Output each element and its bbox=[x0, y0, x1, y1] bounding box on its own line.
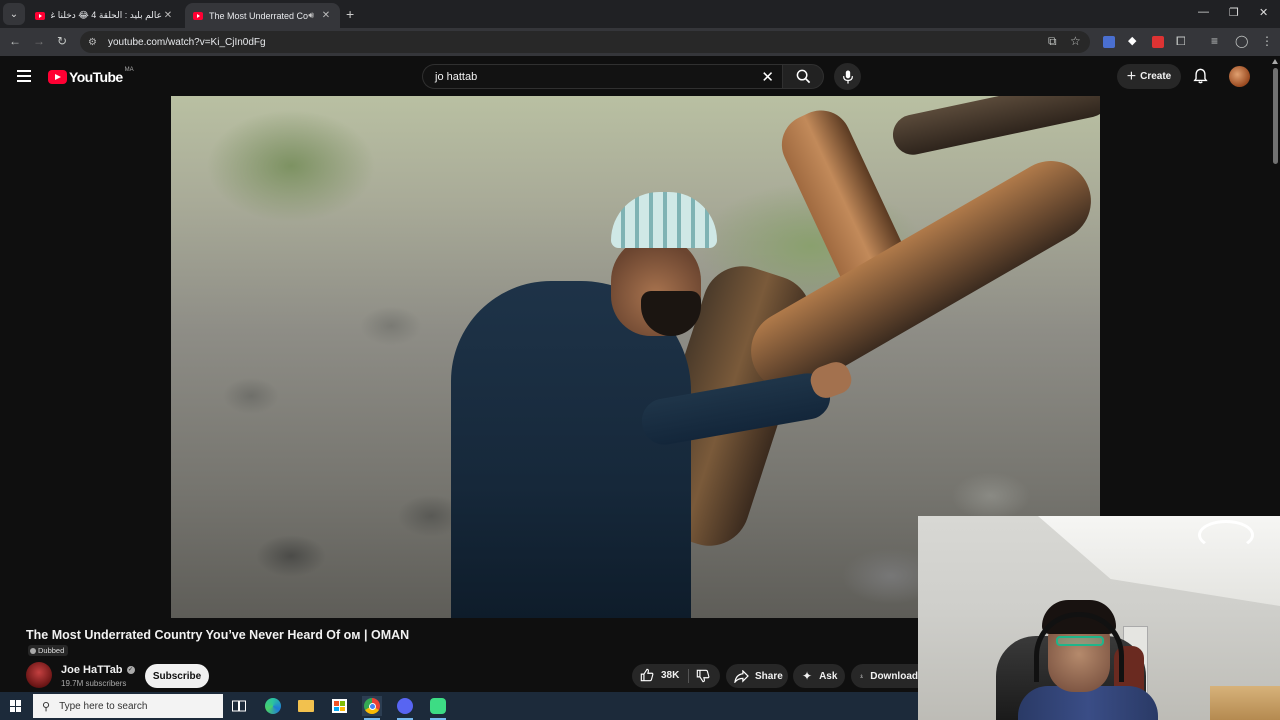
windows-taskbar: ⚲ Type here to search bbox=[0, 692, 918, 720]
ask-button[interactable]: ✦ Ask bbox=[793, 664, 845, 688]
close-window-button[interactable]: ✕ bbox=[1259, 6, 1268, 19]
translate-extension-icon[interactable] bbox=[1103, 36, 1115, 48]
browser-tab-strip: ⌄ عالم بليد : الحلقة 4 😂 دخلنا غزة ✕ The… bbox=[0, 0, 1280, 28]
back-icon[interactable]: ← bbox=[9, 34, 21, 48]
dubbed-icon bbox=[30, 647, 36, 654]
webcam-overlay bbox=[918, 516, 1280, 720]
thumbs-down-icon bbox=[696, 669, 710, 683]
create-button[interactable]: + Create bbox=[1117, 64, 1181, 89]
windows-start-icon[interactable] bbox=[10, 700, 22, 712]
like-button[interactable]: 38K bbox=[640, 668, 679, 682]
forward-icon[interactable]: → bbox=[33, 34, 45, 48]
scrollbar-thumb[interactable] bbox=[1273, 68, 1278, 164]
dubbed-label: Dubbed bbox=[38, 646, 65, 655]
reload-icon[interactable]: ↻ bbox=[57, 34, 67, 48]
share-label: Share bbox=[755, 670, 783, 682]
youtube-favicon-icon bbox=[193, 11, 203, 20]
microphone-icon bbox=[842, 69, 853, 84]
thumbs-up-icon bbox=[640, 668, 654, 682]
tab-search-button[interactable]: ⌄ bbox=[3, 3, 25, 25]
taskbar-search-placeholder: Type here to search bbox=[59, 700, 148, 712]
search-icon: ⚲ bbox=[42, 700, 51, 713]
youtube-logo[interactable]: YouTube MA bbox=[48, 67, 134, 85]
verified-check-icon: ✓ bbox=[126, 666, 135, 674]
dubbed-badge: Dubbed bbox=[28, 645, 69, 656]
bookmark-star-icon[interactable]: ☆ bbox=[1070, 34, 1081, 48]
plus-icon: + bbox=[1126, 67, 1137, 85]
create-label: Create bbox=[1140, 71, 1172, 82]
tab-title: The Most Underrated Countr bbox=[209, 10, 309, 21]
android-studio-icon[interactable] bbox=[428, 696, 448, 720]
search-button[interactable] bbox=[782, 64, 824, 89]
search-input[interactable]: jo hattab ✕ bbox=[422, 64, 782, 89]
channel-avatar[interactable] bbox=[26, 662, 52, 688]
video-title: The Most Underrated Country You’ve Never… bbox=[26, 628, 410, 642]
browser-tab-2[interactable]: The Most Underrated Countr 🔊︎ ✕ bbox=[185, 3, 340, 28]
download-icon bbox=[860, 674, 863, 678]
site-info-icon[interactable]: ⚙ bbox=[88, 37, 102, 48]
browser-toolbar: ← → ↻ ⚙ youtube.com/watch?v=Ki_CjIn0dFg … bbox=[0, 28, 1280, 56]
chrome-icon[interactable] bbox=[362, 696, 382, 720]
share-icon bbox=[734, 669, 749, 683]
close-tab-icon[interactable]: ✕ bbox=[162, 10, 174, 21]
close-tab-icon[interactable]: ✕ bbox=[320, 10, 332, 21]
glasses bbox=[1056, 636, 1104, 646]
account-avatar[interactable] bbox=[1229, 66, 1250, 87]
media-control-icon[interactable]: ≡ bbox=[1211, 34, 1218, 48]
dislike-button[interactable] bbox=[696, 669, 710, 688]
task-view-icon[interactable] bbox=[229, 696, 249, 716]
youtube-header: YouTube MA jo hattab ✕ + Create bbox=[0, 56, 1270, 96]
url-text: youtube.com/watch?v=Ki_CjIn0dFg bbox=[108, 36, 266, 48]
file-explorer-icon[interactable] bbox=[296, 696, 316, 716]
diamond-extension-icon[interactable]: ◆ bbox=[1128, 34, 1140, 47]
edge-icon[interactable] bbox=[263, 696, 283, 716]
tab-title: عالم بليد : الحلقة 4 😂 دخلنا غزة bbox=[51, 10, 162, 20]
ceiling-lamp bbox=[1198, 520, 1254, 550]
country-code: MA bbox=[124, 67, 134, 73]
store-icon[interactable] bbox=[329, 696, 349, 716]
notifications-bell-icon[interactable] bbox=[1193, 68, 1208, 84]
search-query: jo hattab bbox=[435, 70, 478, 83]
channel-name: Joe HaTTab bbox=[61, 664, 123, 676]
youtube-favicon-icon bbox=[35, 11, 45, 20]
subscribe-button[interactable]: Subscribe bbox=[145, 664, 209, 688]
logo-text: YouTube bbox=[69, 69, 123, 85]
red-extension-icon[interactable] bbox=[1152, 36, 1164, 48]
like-dislike-group: 38K bbox=[632, 664, 720, 688]
search-icon bbox=[796, 69, 810, 84]
profile-icon[interactable]: ◯ bbox=[1235, 34, 1248, 48]
taskbar-search-input[interactable]: ⚲ Type here to search bbox=[33, 694, 223, 718]
ask-label: Ask bbox=[819, 670, 838, 682]
share-button[interactable]: Share bbox=[726, 664, 788, 688]
address-bar[interactable]: ⚙ youtube.com/watch?v=Ki_CjIn0dFg bbox=[80, 31, 1090, 53]
clear-search-icon[interactable]: ✕ bbox=[761, 68, 774, 86]
voice-search-button[interactable] bbox=[834, 63, 861, 90]
speaker-icon[interactable]: 🔊︎ bbox=[308, 10, 314, 21]
install-app-icon[interactable]: ⧉ bbox=[1048, 34, 1057, 49]
sparkle-icon: ✦ bbox=[802, 669, 813, 683]
restore-button[interactable]: ❐ bbox=[1229, 6, 1239, 19]
browser-tab-1[interactable]: عالم بليد : الحلقة 4 😂 دخلنا غزة ✕ bbox=[27, 3, 182, 28]
scroll-up-arrow-icon[interactable] bbox=[1272, 59, 1278, 64]
download-label: Download bbox=[870, 670, 918, 682]
youtube-play-icon bbox=[48, 70, 67, 84]
minimize-button[interactable]: — bbox=[1198, 6, 1209, 18]
menu-icon[interactable] bbox=[17, 70, 31, 85]
browser-menu-icon[interactable]: ⋮ bbox=[1261, 34, 1273, 48]
discord-icon[interactable] bbox=[395, 696, 415, 720]
like-count: 38K bbox=[661, 669, 680, 681]
channel-name-row[interactable]: Joe HaTTab ✓ bbox=[61, 664, 135, 676]
download-button[interactable]: Download bbox=[851, 664, 918, 688]
subscriber-count: 19.7M subscribers bbox=[61, 679, 127, 688]
extensions-puzzle-icon[interactable]: ⧠ bbox=[1176, 34, 1186, 49]
new-tab-button[interactable]: + bbox=[346, 6, 354, 22]
